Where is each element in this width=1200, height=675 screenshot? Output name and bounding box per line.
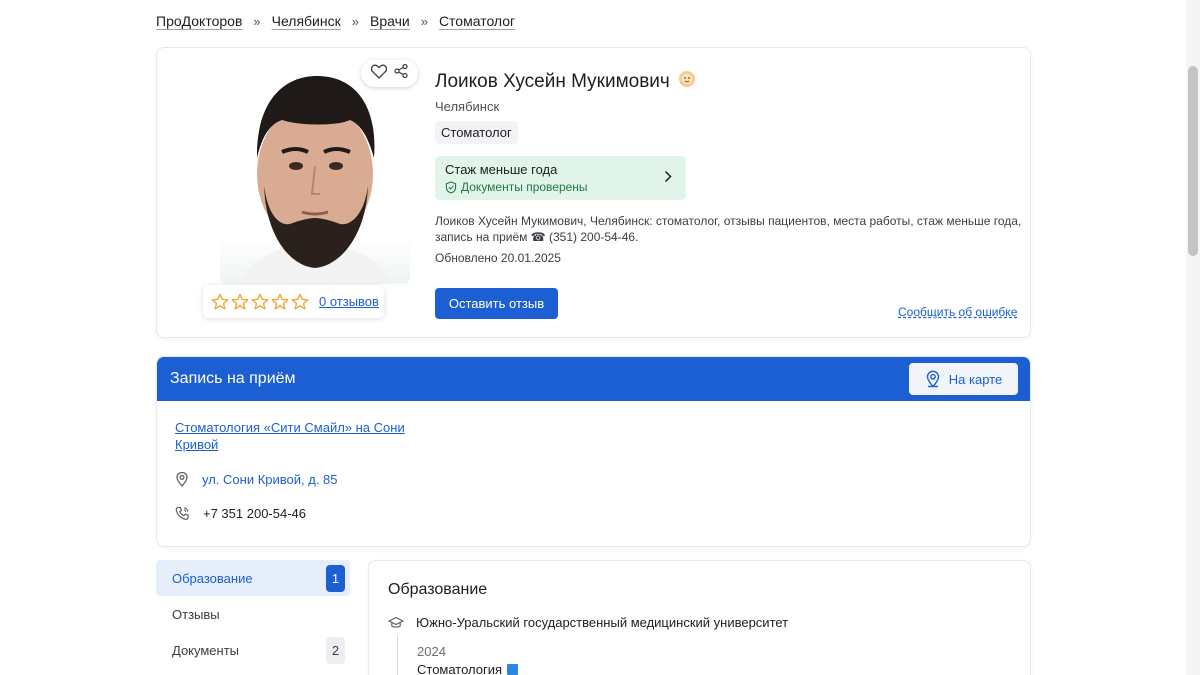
shield-check-icon xyxy=(445,180,457,194)
appointment-card: Запись на приём На карте Стоматология «С… xyxy=(156,356,1031,547)
sidebar-item-documents[interactable]: Документы 2 xyxy=(156,632,350,668)
clinic-name-link[interactable]: Стоматология «Сити Смайл» на Сони Кривой xyxy=(175,419,420,453)
verified-text: Документы проверены xyxy=(461,180,588,194)
rating-widget: 0 отзывов xyxy=(203,285,384,318)
breadcrumb-separator: » xyxy=(253,13,261,29)
section-sidebar: Образование 1 Отзывы Документы 2 xyxy=(156,560,350,668)
sidebar-item-label: Образование xyxy=(172,570,253,586)
emoji-badge-icon xyxy=(678,70,696,94)
education-year: 2024 xyxy=(417,644,446,659)
graduation-cap-icon xyxy=(388,616,404,628)
sidebar-item-label: Отзывы xyxy=(172,606,220,622)
share-icon[interactable] xyxy=(394,63,408,83)
education-degree-text: Стоматология xyxy=(417,662,503,675)
doctor-photo xyxy=(220,66,410,284)
sidebar-item-label: Документы xyxy=(172,642,240,658)
breadcrumb: ПроДокторов » Челябинск » Врачи » Стомат… xyxy=(156,13,515,29)
chevron-right-icon xyxy=(664,170,672,183)
clinic-phone-number[interactable]: +7 351 200-54-46 xyxy=(203,506,306,521)
location-icon xyxy=(176,471,188,487)
breadcrumb-separator: » xyxy=(420,13,428,29)
university-name: Южно-Уральский государственный медицинск… xyxy=(416,615,789,630)
breadcrumb-link-specialty[interactable]: Стоматолог xyxy=(439,13,515,29)
sidebar-item-education[interactable]: Образование 1 xyxy=(156,560,350,596)
specialty-badge[interactable]: Стоматолог xyxy=(435,121,518,144)
doctor-profile-card: 0 отзывов Лоиков Хусейн Мукимович Челяби… xyxy=(156,47,1031,338)
appointment-header: Запись на приём На карте xyxy=(157,357,1030,401)
doctor-name-text: Лоиков Хусейн Мукимович xyxy=(435,71,670,92)
clinic-address-link[interactable]: ул. Сони Кривой, д. 85 xyxy=(202,472,338,487)
education-title: Образование xyxy=(388,581,488,598)
appointment-title: Запись на приём xyxy=(170,370,296,387)
clinic-address-row: ул. Сони Кривой, д. 85 xyxy=(175,471,338,487)
map-button[interactable]: На карте xyxy=(909,363,1018,395)
map-button-label: На карте xyxy=(948,371,1003,387)
sidebar-item-count: 1 xyxy=(326,564,345,592)
star-icon[interactable] xyxy=(211,293,229,311)
doctor-city: Челябинск xyxy=(435,99,500,114)
leave-review-button[interactable]: Оставить отзыв xyxy=(435,288,558,319)
updated-date: Обновлено 20.01.2025 xyxy=(435,251,561,265)
sidebar-item-count: 2 xyxy=(326,636,345,664)
sidebar-item-reviews[interactable]: Отзывы xyxy=(156,596,350,632)
book-icon xyxy=(507,664,519,675)
heart-icon[interactable] xyxy=(370,64,387,84)
doctor-description: Лоиков Хусейн Мукимович, Челябинск: стом… xyxy=(435,214,1022,244)
star-icon[interactable] xyxy=(231,293,249,311)
scrollbar-thumb[interactable] xyxy=(1188,66,1198,256)
breadcrumb-link-doctors[interactable]: Врачи xyxy=(370,13,410,29)
breadcrumb-separator: » xyxy=(351,13,359,29)
doctor-name: Лоиков Хусейн Мукимович xyxy=(435,70,696,94)
timeline-line xyxy=(397,635,398,675)
breadcrumb-link-home[interactable]: ПроДокторов xyxy=(156,13,242,29)
page-scrollbar[interactable] xyxy=(1186,0,1200,675)
map-pin-icon xyxy=(926,370,939,388)
star-icon[interactable] xyxy=(251,293,269,311)
experience-title: Стаж меньше года xyxy=(445,162,558,177)
experience-panel[interactable]: Стаж меньше года Документы проверены xyxy=(435,156,686,200)
phone-icon xyxy=(175,506,189,520)
breadcrumb-link-city[interactable]: Челябинск xyxy=(272,13,341,29)
education-degree: Стоматология xyxy=(417,662,519,675)
reviews-count-link[interactable]: 0 отзывов xyxy=(319,294,379,309)
verified-row: Документы проверены xyxy=(445,180,676,194)
university-row: Южно-Уральский государственный медицинск… xyxy=(388,615,788,630)
education-card: Образование Южно-Уральский государственн… xyxy=(368,560,1031,675)
photo-actions xyxy=(361,60,418,87)
page: ПроДокторов » Челябинск » Врачи » Стомат… xyxy=(0,0,1200,675)
report-error-link[interactable]: Сообщить об ошибке xyxy=(898,305,1017,319)
star-icon[interactable] xyxy=(271,293,289,311)
clinic-phone-row: +7 351 200-54-46 xyxy=(175,506,306,521)
star-icon[interactable] xyxy=(291,293,309,311)
